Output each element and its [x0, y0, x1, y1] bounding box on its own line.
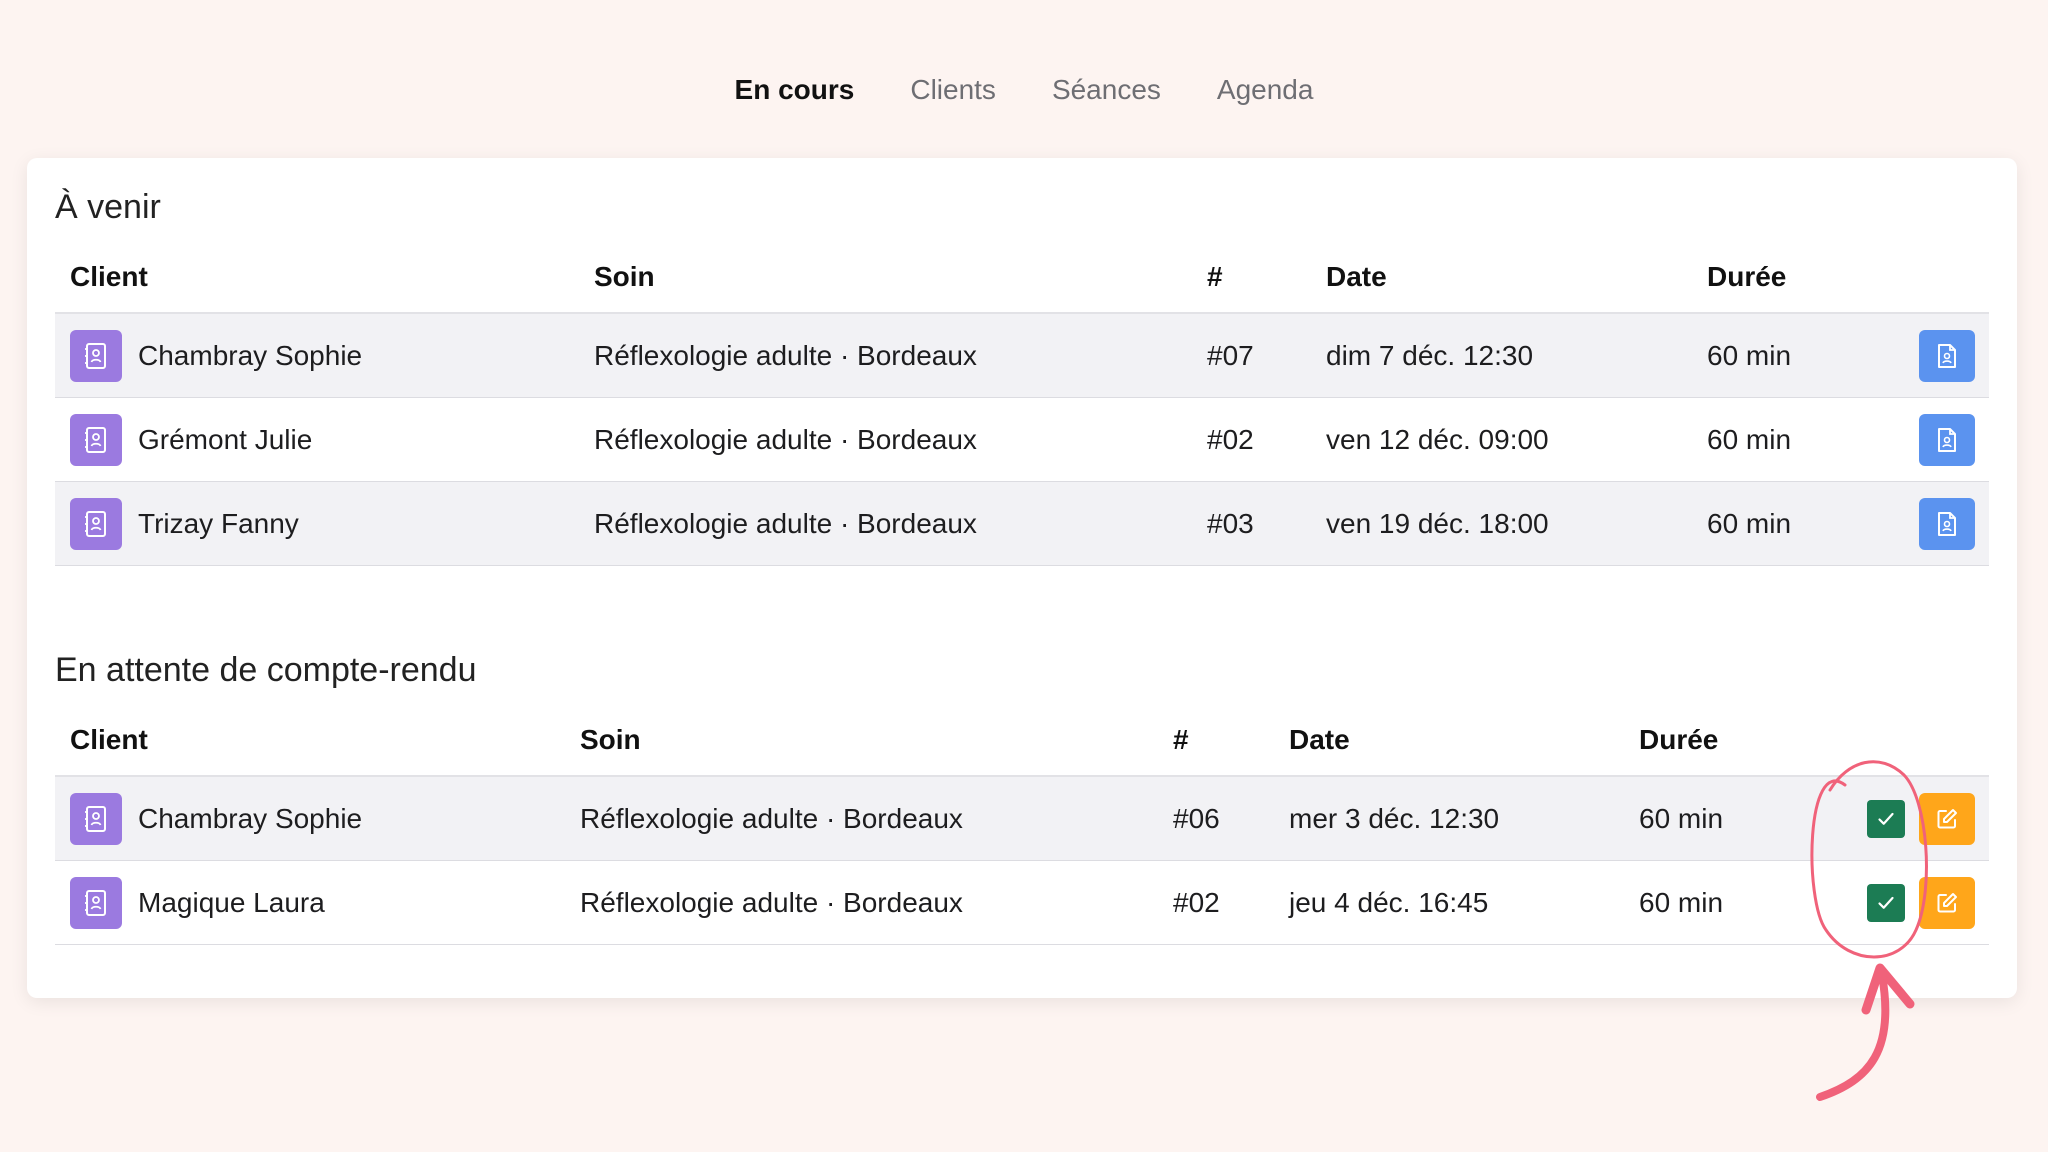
column-header-duree: Durée [1624, 705, 1794, 777]
client-name: Magique Laura [138, 886, 325, 918]
upcoming-table: Client Soin # Date Durée Chambray Sophie [55, 242, 1989, 566]
contact-card-button[interactable] [70, 329, 122, 382]
document-icon [1938, 511, 1956, 536]
document-button[interactable] [1919, 413, 1975, 466]
document-button[interactable] [1919, 497, 1975, 550]
column-header-number: # [1192, 242, 1311, 314]
column-header-client: Client [55, 705, 565, 777]
table-row: Grémont Julie Réflexologie adulte · Bord… [55, 397, 1989, 482]
column-header-actions [1794, 705, 1989, 777]
contact-card-icon [85, 889, 106, 916]
client-cell: Grémont Julie [70, 413, 579, 466]
table-row: Trizay Fanny Réflexologie adulte · Borde… [55, 481, 1989, 566]
date-cell: ven 12 déc. 09:00 [1311, 397, 1692, 482]
client-name: Chambray Sophie [138, 339, 363, 371]
client-name: Grémont Julie [138, 423, 313, 455]
edit-icon [1937, 808, 1957, 828]
section-title-upcoming: À venir [55, 188, 161, 226]
document-icon [1938, 343, 1956, 368]
column-header-actions [1852, 242, 1989, 314]
duree-cell: 60 min [1692, 313, 1852, 398]
soin-cell: Réflexologie adulte · Bordeaux [565, 860, 1158, 945]
client-cell: Magique Laura [70, 876, 565, 929]
soin-cell: Réflexologie adulte · Bordeaux [579, 481, 1192, 566]
document-button[interactable] [1919, 329, 1975, 382]
sessions-card: À venir Client Soin # Date Durée Chambra… [27, 158, 2017, 998]
column-header-date: Date [1311, 242, 1692, 314]
number-cell: #03 [1192, 481, 1311, 566]
tab-agenda[interactable]: Agenda [1217, 74, 1314, 106]
tab-seances[interactable]: Séances [1052, 74, 1161, 106]
client-cell: Chambray Sophie [70, 792, 565, 845]
soin-cell: Réflexologie adulte · Bordeaux [579, 313, 1192, 398]
soin-cell: Réflexologie adulte · Bordeaux [579, 397, 1192, 482]
date-cell: ven 19 déc. 18:00 [1311, 481, 1692, 566]
number-cell: #02 [1192, 397, 1311, 482]
date-cell: jeu 4 déc. 16:45 [1274, 860, 1624, 945]
check-icon [1878, 896, 1894, 909]
number-cell: #02 [1158, 860, 1274, 945]
number-cell: #07 [1192, 313, 1311, 398]
mark-done-button[interactable] [1867, 883, 1905, 922]
column-header-number: # [1158, 705, 1274, 777]
client-name: Chambray Sophie [138, 802, 363, 834]
write-report-button[interactable] [1919, 792, 1975, 845]
upcoming-header-row: Client Soin # Date Durée [55, 242, 1989, 314]
client-cell: Trizay Fanny [70, 497, 579, 550]
soin-cell: Réflexologie adulte · Bordeaux [565, 776, 1158, 861]
pending-header-row: Client Soin # Date Durée [55, 705, 1989, 777]
duree-cell: 60 min [1624, 776, 1794, 861]
duree-cell: 60 min [1692, 397, 1852, 482]
table-row: Magique Laura Réflexologie adulte · Bord… [55, 860, 1989, 945]
table-row: Chambray Sophie Réflexologie adulte · Bo… [55, 313, 1989, 398]
contact-card-icon [85, 426, 106, 453]
tab-clients[interactable]: Clients [910, 74, 996, 106]
duree-cell: 60 min [1692, 481, 1852, 566]
write-report-button[interactable] [1919, 876, 1975, 929]
contact-card-button[interactable] [70, 497, 122, 550]
mark-done-button[interactable] [1867, 799, 1905, 838]
column-header-soin: Soin [579, 242, 1192, 314]
column-header-date: Date [1274, 705, 1624, 777]
date-cell: dim 7 déc. 12:30 [1311, 313, 1692, 398]
client-name: Trizay Fanny [138, 507, 299, 539]
date-cell: mer 3 déc. 12:30 [1274, 776, 1624, 861]
section-title-pending: En attente de compte-rendu [55, 651, 477, 689]
contact-card-icon [85, 510, 106, 537]
duree-cell: 60 min [1624, 860, 1794, 945]
client-cell: Chambray Sophie [70, 329, 579, 382]
contact-card-icon [85, 805, 106, 832]
contact-card-icon [85, 342, 106, 369]
check-icon [1878, 812, 1894, 825]
contact-card-button[interactable] [70, 876, 122, 929]
pending-table: Client Soin # Date Durée Chambray Sophie [55, 705, 1989, 945]
column-header-soin: Soin [565, 705, 1158, 777]
document-icon [1938, 427, 1956, 452]
column-header-duree: Durée [1692, 242, 1852, 314]
tab-en-cours[interactable]: En cours [735, 74, 855, 106]
main-nav: En cours Clients Séances Agenda [0, 74, 2048, 106]
contact-card-button[interactable] [70, 792, 122, 845]
contact-card-button[interactable] [70, 413, 122, 466]
edit-icon [1937, 892, 1957, 912]
number-cell: #06 [1158, 776, 1274, 861]
column-header-client: Client [55, 242, 579, 314]
table-row: Chambray Sophie Réflexologie adulte · Bo… [55, 776, 1989, 861]
